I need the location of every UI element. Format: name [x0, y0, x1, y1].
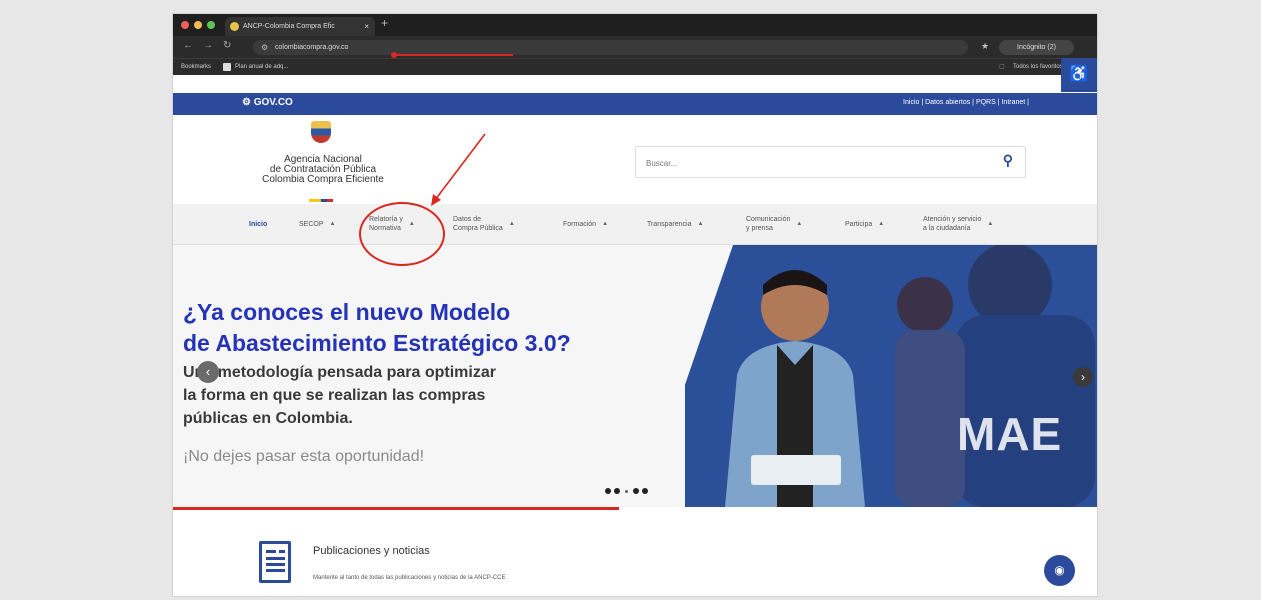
maximize-window-icon[interactable]: [207, 21, 215, 29]
menu-item-datos[interactable]: Datos de Compra Pública ▲: [453, 204, 515, 244]
hero-title-line: ¿Ya conoces el nuevo Modelo: [183, 299, 511, 325]
bookmarks-bar: Bookmarks Plan anual de adq... ▢ Todos l…: [173, 58, 1097, 75]
hero-banner[interactable]: ¿Ya conoces el nuevo Modelo de Abastecim…: [173, 245, 1097, 507]
menu-label: Formación: [563, 220, 597, 228]
chevron-down-icon: ▲: [602, 220, 609, 227]
hero-subtitle-line: la forma en que se realizan las compras: [183, 387, 486, 404]
carousel-dot[interactable]: [614, 488, 620, 494]
chevron-down-icon: ▲: [697, 220, 704, 227]
chevron-down-icon: ▲: [329, 220, 336, 227]
newspaper-icon: [259, 541, 291, 583]
chevron-down-icon: ▲: [987, 220, 994, 227]
incognito-profile-button[interactable]: Incógnito (2): [999, 40, 1074, 55]
annotation-underline: [393, 54, 513, 56]
chevron-down-icon: ▲: [796, 220, 803, 227]
govco-logo[interactable]: ⚙ GOV.CO: [242, 97, 293, 108]
menu-label: Participa: [845, 220, 873, 228]
browser-tab-bar: ANCP-Colombia Compra Efic × +: [173, 14, 1097, 36]
carousel-next-icon[interactable]: ›: [1073, 367, 1093, 387]
bookmark-star-icon[interactable]: ★: [981, 41, 989, 52]
all-bookmarks[interactable]: Todos los favoritos: [1013, 59, 1063, 75]
gov-top-links[interactable]: Inicio | Datos abiertos | PQRS | Intrane…: [903, 99, 1029, 106]
menu-label: Transparencia: [647, 220, 692, 228]
address-bar[interactable]: ⚙ colombiacompra.gov.co: [253, 40, 968, 55]
minimize-window-icon[interactable]: [194, 21, 202, 29]
folder-icon: ▢: [999, 64, 1005, 70]
menu-label: Inicio: [249, 220, 268, 228]
menu-item-transparencia[interactable]: Transparencia ▲: [647, 204, 703, 244]
menu-item-comunicacion[interactable]: Comunicación y prensa ▲: [746, 204, 802, 244]
chat-bot-icon[interactable]: ◉: [1044, 555, 1075, 586]
site-header: Agencia Nacional de Contratación Pública…: [173, 115, 1097, 204]
url-text: colombiacompra.gov.co: [275, 44, 349, 51]
hero-title-line: de Abastecimiento Estratégico 3.0?: [183, 330, 571, 356]
hero-subtitle: Una metodología pensada para optimizar l…: [183, 361, 496, 430]
search-input[interactable]: [644, 155, 978, 171]
menu-item-secop[interactable]: SECOP ▲: [299, 204, 335, 244]
news-section-title[interactable]: Publicaciones y noticias: [313, 545, 430, 557]
browser-screenshot: ANCP-Colombia Compra Efic × + ← → ↻ ⚙ co…: [173, 14, 1097, 596]
menu-label: SECOP: [299, 220, 324, 228]
bookmarks-item[interactable]: Bookmarks: [181, 59, 211, 75]
search-icon[interactable]: ⚲: [1003, 152, 1013, 169]
favicon-icon: [230, 22, 239, 31]
carousel-dot[interactable]: [605, 488, 611, 494]
news-section-subtitle: Mantente al tanto de todas las publicaci…: [313, 575, 506, 581]
coat-of-arms-icon: [311, 121, 331, 143]
back-icon[interactable]: ←: [183, 40, 193, 51]
forward-icon[interactable]: →: [203, 40, 213, 51]
menu-item-inicio[interactable]: Inicio: [249, 204, 267, 244]
tab-title: ANCP-Colombia Compra Efic: [243, 23, 335, 30]
bookmark-plan-anual[interactable]: Plan anual de adq...: [235, 59, 288, 75]
annotation-circle: [359, 202, 445, 266]
hero-subtitle-line: Una metodología pensada para optimizar: [183, 364, 496, 381]
carousel-dot[interactable]: [633, 488, 639, 494]
govco-text: GOV.CO: [253, 97, 293, 108]
accessibility-icon[interactable]: ♿: [1061, 58, 1097, 92]
hero-subtitle-line: públicas en Colombia.: [183, 410, 353, 427]
menu-label: Atención y servicio a la ciudadanía: [923, 216, 982, 232]
menu-item-formacion[interactable]: Formación ▲: [563, 204, 608, 244]
menu-label: Datos de Compra Pública: [453, 216, 503, 232]
hero-tagline: ¡No dejes pasar esta oportunidad!: [183, 448, 425, 465]
site-info-icon[interactable]: ⚙: [261, 40, 268, 55]
close-tab-icon[interactable]: ×: [364, 17, 369, 36]
brand-line3: Colombia Compra Eficiente: [262, 174, 384, 185]
carousel-progress: [173, 507, 619, 510]
menu-label: Comunicación y prensa: [746, 216, 791, 232]
chevron-down-icon: ▲: [508, 220, 515, 227]
new-tab-button[interactable]: +: [381, 16, 388, 30]
hero-photo-text: MAE: [957, 408, 1063, 460]
carousel-prev-icon[interactable]: ‹: [197, 361, 219, 383]
chevron-down-icon: ▲: [878, 220, 885, 227]
carousel-dot[interactable]: [625, 489, 628, 493]
carousel-dots[interactable]: [605, 488, 648, 494]
browser-toolbar: ← → ↻ ⚙ colombiacompra.gov.co ★ Incógnit…: [173, 36, 1097, 58]
site-search: ⚲: [635, 146, 1026, 178]
bookmark-page-icon: [223, 63, 231, 71]
agency-logo[interactable]: Agencia Nacional de Contratación Pública…: [233, 155, 413, 185]
flag-stripe: [309, 199, 333, 202]
main-menu: Inicio SECOP ▲ Relatoría y Normativa ▲ Dato…: [173, 204, 1097, 245]
close-window-icon[interactable]: [181, 21, 189, 29]
carousel-dot[interactable]: [642, 488, 648, 494]
menu-item-participa[interactable]: Participa ▲: [845, 204, 884, 244]
browser-tab[interactable]: ANCP-Colombia Compra Efic ×: [225, 17, 375, 36]
reload-icon[interactable]: ↻: [223, 40, 231, 51]
hero-title: ¿Ya conoces el nuevo Modelo de Abastecim…: [183, 297, 571, 359]
gov-emblem-icon: ⚙: [242, 97, 251, 108]
gov-bar: ⚙ GOV.CO Inicio | Datos abiertos | PQRS …: [173, 93, 1097, 115]
menu-item-atencion[interactable]: Atención y servicio a la ciudadanía ▲: [923, 204, 993, 244]
